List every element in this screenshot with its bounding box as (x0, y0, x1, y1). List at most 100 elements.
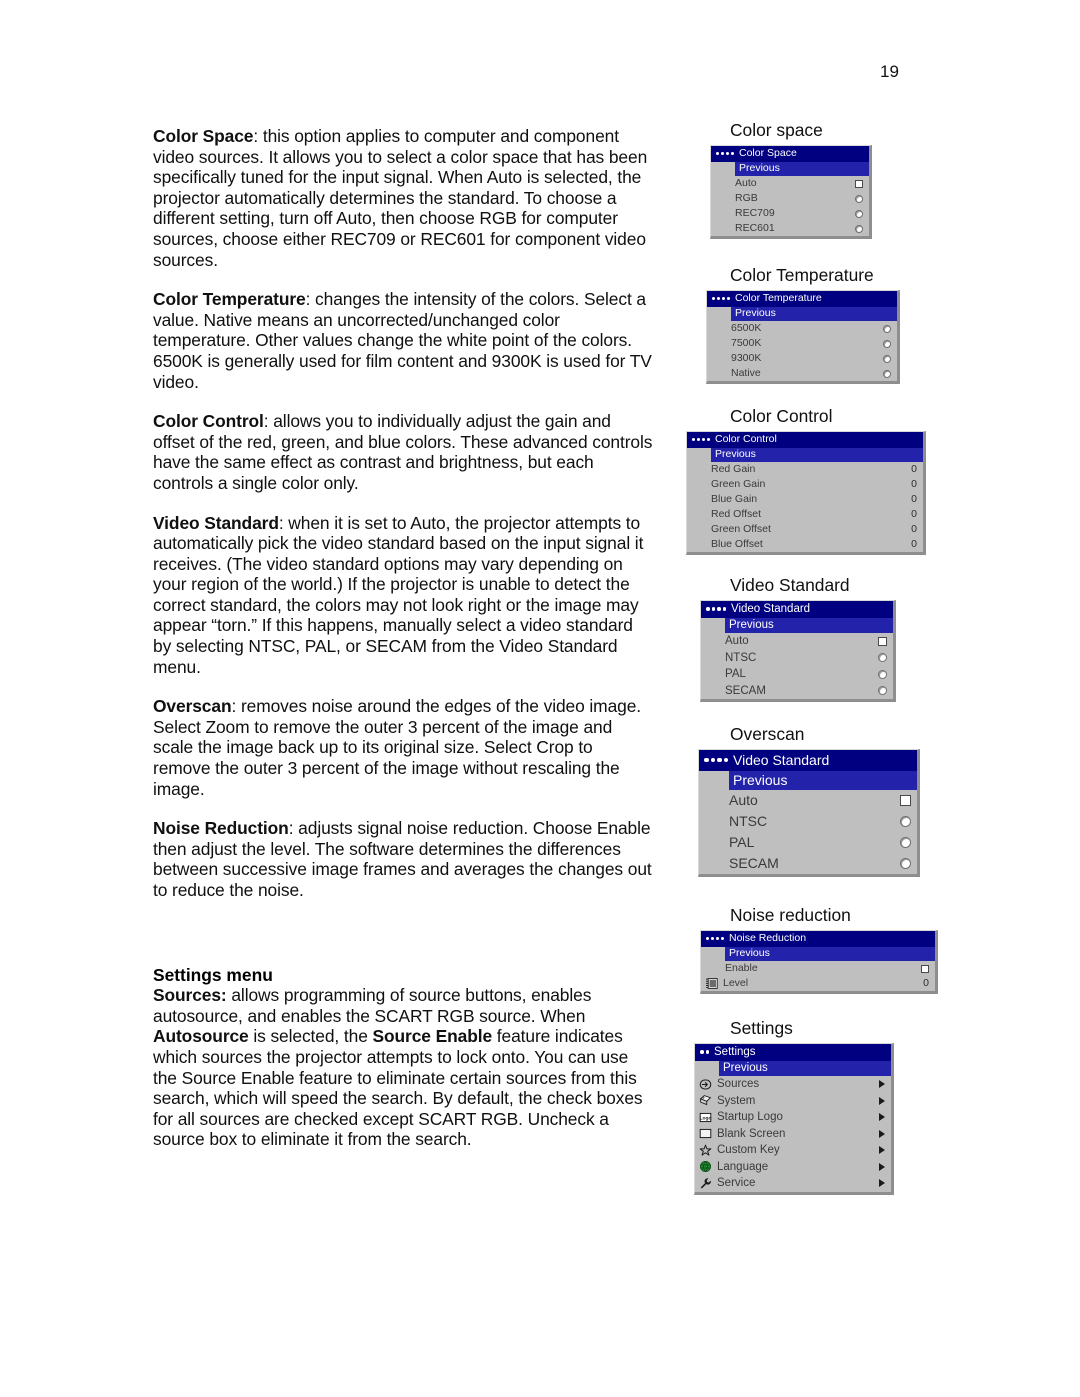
radio-button[interactable] (878, 669, 887, 679)
custom-key-icon (699, 1144, 712, 1157)
osd-item-rec709[interactable]: REC709 (711, 206, 869, 221)
osd-item-rgb[interactable]: RGB (711, 191, 869, 206)
chevron-right-icon[interactable] (879, 1179, 885, 1188)
chevron-right-icon[interactable] (879, 1162, 885, 1171)
chevron-right-icon[interactable] (879, 1113, 885, 1122)
osd-item-green-offset[interactable]: Green Offset 0 (687, 522, 923, 537)
osd-item-label: System (717, 1094, 756, 1107)
radio-button[interactable] (855, 194, 863, 203)
chevron-right-icon[interactable] (879, 1080, 885, 1089)
osd-figure-noise-reduction: Noise reduction Noise Reduction Previous En… (686, 905, 986, 994)
radio-button[interactable] (900, 858, 911, 869)
system-icon (699, 1094, 712, 1107)
paragraph-text: : this option applies to computer and co… (153, 126, 648, 270)
osd-item-blue-gain[interactable]: Blue Gain 0 (687, 492, 923, 507)
osd-item-red-offset[interactable]: Red Offset 0 (687, 507, 923, 522)
osd-item-previous[interactable]: Previous (729, 771, 917, 790)
osd-item-pal[interactable]: PAL (701, 666, 893, 683)
radio-button[interactable] (855, 224, 863, 233)
osd-figure-color-temperature: Color Temperature Color Temperature Previo… (686, 265, 986, 384)
osd-item-native[interactable]: Native (707, 366, 897, 381)
radio-button[interactable] (855, 209, 863, 218)
osd-item-blue-offset[interactable]: Blue Offset 0 (687, 537, 923, 552)
osd-item-label: Native (731, 367, 761, 379)
osd-figure-settings: Settings Settings Previous Sources System Log… (686, 1018, 986, 1195)
osd-title-bar: Color Control (687, 432, 923, 448)
osd-title-bar: Color Temperature (707, 291, 897, 307)
osd-item-secam[interactable]: SECAM (699, 853, 917, 874)
osd-item-value: 0 (911, 478, 917, 490)
osd-item-label: Level (723, 977, 749, 989)
paragraph-text: : when it is set to Auto, the projector … (153, 512, 644, 677)
term-sources: Sources: (153, 985, 227, 1006)
osd-item-previous[interactable]: Previous (735, 162, 869, 176)
checkbox[interactable] (855, 179, 863, 188)
checkbox[interactable] (878, 636, 887, 646)
osd-item-ntsc[interactable]: NTSC (699, 811, 917, 832)
osd-item-9300k[interactable]: 9300K (707, 351, 897, 366)
osd-title-text: Settings (714, 1046, 756, 1058)
osd-figure-caption: Color Temperature (730, 265, 874, 285)
osd-item-previous[interactable]: Previous (725, 947, 935, 961)
osd-title-text: Noise Reduction (729, 932, 807, 944)
osd-item-label: SECAM (729, 855, 779, 871)
paragraph-color-space: Color Space: this option applies to comp… (153, 126, 653, 270)
osd-item-rec601[interactable]: REC601 (711, 221, 869, 236)
settings-menu-heading: Settings menu (153, 964, 273, 985)
osd-figure-caption: Color Control (730, 406, 833, 426)
osd-item-enable[interactable]: Enable (701, 961, 935, 976)
radio-button[interactable] (883, 339, 891, 348)
osd-item-previous[interactable]: Previous (719, 1061, 891, 1076)
paragraph-video-standard: Video Standard: when it is set to Auto, … (153, 513, 653, 678)
osd-item-label: Sources (717, 1078, 760, 1090)
osd-item-label: 6500K (731, 322, 762, 334)
osd-item-label: Custom Key (717, 1144, 780, 1156)
chevron-right-icon[interactable] (879, 1146, 885, 1155)
radio-button[interactable] (883, 324, 891, 333)
osd-item-startup-logo[interactable]: Logo Startup Logo (695, 1109, 891, 1126)
osd-title-bar: Video Standard (699, 750, 917, 771)
radio-button[interactable] (900, 816, 911, 827)
chevron-right-icon[interactable] (879, 1096, 885, 1105)
osd-item-language[interactable]: Language (695, 1159, 891, 1176)
osd-item-custom-key[interactable]: Custom Key (695, 1142, 891, 1159)
osd-item-auto[interactable]: Auto (699, 790, 917, 811)
radio-button[interactable] (900, 837, 911, 848)
radio-button[interactable] (883, 369, 891, 378)
osd-item-service[interactable]: Service (695, 1175, 891, 1192)
osd-panel: Video Standard Previous Auto NTSC PAL SECAM (698, 749, 920, 877)
osd-title-bar: Noise Reduction (701, 931, 935, 947)
osd-item-previous[interactable]: Previous (731, 307, 897, 321)
term-color-temperature: Color Temperature (153, 289, 306, 310)
osd-item-system[interactable]: System (695, 1093, 891, 1110)
osd-panel: Color Temperature Previous 6500K 7500K 9300K… (706, 290, 900, 384)
osd-item-red-gain[interactable]: Red Gain 0 (687, 462, 923, 477)
osd-item-previous[interactable]: Previous (725, 618, 893, 633)
osd-item-label: Blank Screen (717, 1127, 786, 1140)
osd-item-label: 9300K (731, 352, 762, 364)
checkbox[interactable] (921, 964, 929, 973)
osd-item-ntsc[interactable]: NTSC (701, 650, 893, 667)
osd-item-label: RGB (735, 192, 758, 204)
osd-item-7500k[interactable]: 7500K (707, 336, 897, 351)
chevron-right-icon[interactable] (879, 1129, 885, 1138)
osd-item-value: 0 (923, 977, 929, 989)
osd-figure-video-standard: Video Standard Video Standard Previous Auto… (686, 575, 986, 702)
osd-item-auto[interactable]: Auto (701, 633, 893, 650)
radio-button[interactable] (883, 354, 891, 363)
osd-item-pal[interactable]: PAL (699, 832, 917, 853)
osd-item-blank-screen[interactable]: Blank Screen (695, 1126, 891, 1143)
osd-item-previous[interactable]: Previous (711, 448, 923, 462)
osd-item-secam[interactable]: SECAM (701, 683, 893, 700)
osd-item-auto[interactable]: Auto (711, 176, 869, 191)
osd-title-text: Color Space (739, 147, 797, 159)
osd-item-6500k[interactable]: 6500K (707, 321, 897, 336)
body-text-column: Color Space: this option applies to comp… (153, 126, 653, 1150)
osd-item-sources[interactable]: Sources (695, 1076, 891, 1093)
osd-item-green-gain[interactable]: Green Gain 0 (687, 477, 923, 492)
checkbox[interactable] (900, 795, 911, 806)
radio-button[interactable] (878, 686, 887, 696)
osd-item-label: NTSC (729, 813, 768, 829)
osd-item-level[interactable]: Level 0 (701, 976, 935, 991)
radio-button[interactable] (878, 653, 887, 663)
